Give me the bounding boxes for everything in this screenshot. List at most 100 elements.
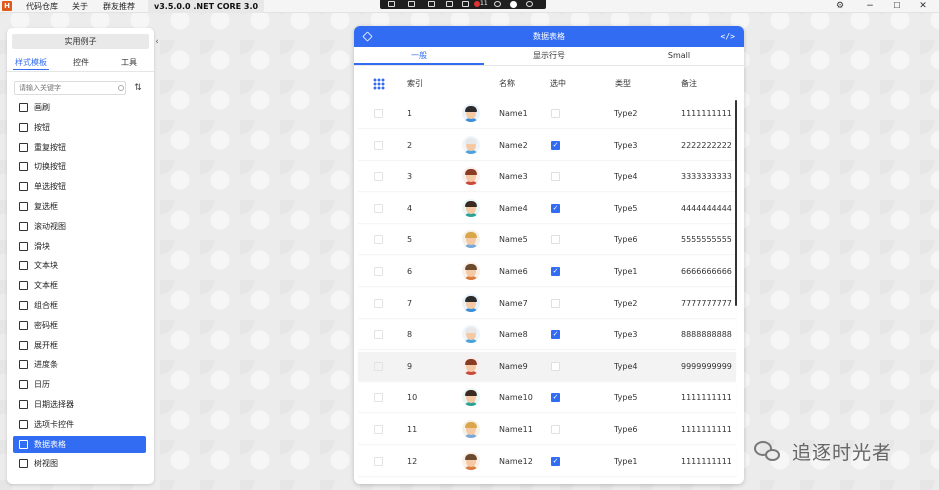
- cell-name: Name2: [499, 140, 528, 150]
- vertical-scrollbar[interactable]: [735, 100, 737, 306]
- row-select-box[interactable]: [374, 109, 383, 118]
- table-row[interactable]: 2 Name2 ✓ Type3 2222222222: [358, 130, 736, 160]
- selected-checkbox[interactable]: ✓: [551, 330, 560, 340]
- close-icon[interactable]: ✕: [915, 0, 931, 12]
- table-row[interactable]: 12 Name12 ✓ Type1 1111111111: [358, 446, 736, 476]
- tab-tools[interactable]: 工具: [111, 56, 147, 70]
- settings-icon[interactable]: ⚙: [832, 0, 848, 12]
- selected-checkbox[interactable]: ✓: [551, 267, 560, 276]
- selected-checkbox[interactable]: [551, 235, 560, 245]
- selected-checkbox[interactable]: [551, 298, 560, 308]
- nav-item[interactable]: 按钮: [13, 119, 146, 136]
- nav-item[interactable]: 滑块: [13, 238, 146, 255]
- menu-recommend[interactable]: 群友推荐: [103, 1, 135, 12]
- menu-code-repo[interactable]: 代码仓库: [26, 1, 58, 12]
- selected-checkbox[interactable]: ✓: [551, 203, 560, 213]
- selected-checkbox[interactable]: ✓: [551, 456, 560, 466]
- row-select-box[interactable]: [374, 267, 383, 276]
- nav-item[interactable]: 文本块: [13, 257, 146, 274]
- menu-about[interactable]: 关于: [72, 1, 88, 12]
- row-select-box[interactable]: [374, 298, 383, 308]
- collapse-panel-icon[interactable]: ‹: [152, 36, 162, 48]
- row-select-box[interactable]: [374, 425, 383, 434]
- tab-general[interactable]: 一般: [354, 48, 484, 64]
- nav-item[interactable]: 日历: [13, 376, 146, 393]
- version-label[interactable]: v3.5.0.0 .NET CORE 3.0: [148, 0, 265, 13]
- toolbar-icon-7[interactable]: [526, 1, 533, 7]
- row-select-box[interactable]: [374, 235, 383, 245]
- search-input[interactable]: [14, 81, 126, 95]
- check-icon[interactable]: [510, 1, 517, 8]
- nav-item[interactable]: 单选按钮: [13, 178, 146, 195]
- row-select-box[interactable]: [374, 456, 383, 466]
- table-row[interactable]: 3 Name3 Type4 3333333333: [358, 162, 736, 192]
- nav-item[interactable]: 树视图: [13, 455, 146, 472]
- tab-underline: [354, 65, 744, 66]
- selected-checkbox[interactable]: [551, 109, 560, 118]
- table-row[interactable]: 8 Name8 ✓ Type3 8888888888: [358, 320, 736, 350]
- toolbar-icon-3[interactable]: [428, 1, 435, 7]
- nav-item[interactable]: 画刷: [13, 99, 146, 116]
- cell-type: Type5: [614, 203, 638, 213]
- minimize-icon[interactable]: −: [862, 0, 878, 12]
- tab-small[interactable]: Small: [614, 48, 744, 64]
- nav-item[interactable]: 进度条: [13, 356, 146, 373]
- toolbar-icon-2[interactable]: [408, 1, 415, 7]
- table-row[interactable]: 1 Name1 Type2 1111111111: [358, 99, 736, 128]
- nav-item[interactable]: 日期选择器: [13, 396, 146, 413]
- nav-item[interactable]: 滚动视图: [13, 218, 146, 235]
- nav-item[interactable]: 重复按钮: [13, 139, 146, 156]
- cell-type: Type1: [614, 267, 638, 276]
- side-title[interactable]: 实用例子: [12, 34, 149, 49]
- toolbar-icon-4[interactable]: [446, 1, 453, 7]
- nav-item[interactable]: 组合框: [13, 297, 146, 314]
- table-row[interactable]: 6 Name6 ✓ Type1 6666666666: [358, 257, 736, 286]
- selected-checkbox[interactable]: ✓: [551, 140, 560, 150]
- table-row[interactable]: 11 Name11 Type6 1111111111: [358, 415, 736, 444]
- selected-checkbox[interactable]: [551, 172, 560, 182]
- row-select-box[interactable]: [374, 172, 383, 182]
- nav-item-label: 画刷: [34, 103, 50, 112]
- tab-style-templates[interactable]: 样式模板: [13, 56, 49, 70]
- toolbar-icon-6[interactable]: [494, 1, 501, 7]
- table-row[interactable]: 10 Name10 ✓ Type5 1111111111: [358, 383, 736, 413]
- search-icon[interactable]: [118, 85, 124, 91]
- toolbar-icon-5[interactable]: [462, 1, 469, 7]
- grid-header-row: 索引 名称 选中 类型 备注: [358, 70, 740, 97]
- code-icon[interactable]: </>: [721, 26, 735, 47]
- selected-checkbox[interactable]: ✓: [551, 393, 560, 403]
- table-row[interactable]: 4 Name4 ✓ Type5 4444444444: [358, 193, 736, 223]
- column-header-selected[interactable]: 选中: [550, 70, 566, 97]
- select-all-grid-icon[interactable]: [373, 78, 385, 90]
- column-header-type[interactable]: 类型: [615, 70, 631, 97]
- table-row[interactable]: 7 Name7 Type2 7777777777: [358, 288, 736, 318]
- selected-checkbox[interactable]: [551, 425, 560, 434]
- nav-item[interactable]: 文本框: [13, 277, 146, 294]
- nav-item[interactable]: 复选框: [13, 198, 146, 215]
- row-select-box[interactable]: [374, 203, 383, 213]
- avatar-icon: [462, 325, 480, 344]
- row-select-box[interactable]: [374, 330, 383, 340]
- table-row[interactable]: 9 Name9 Type4 9999999999: [358, 351, 736, 381]
- toolbar-icon-1[interactable]: [388, 1, 395, 7]
- nav-item[interactable]: 选项卡控件: [13, 416, 146, 433]
- row-select-box[interactable]: [374, 393, 383, 403]
- column-header-remark[interactable]: 备注: [681, 70, 697, 97]
- row-select-box[interactable]: [374, 140, 383, 150]
- cell-name: Name1: [499, 109, 528, 118]
- nav-item[interactable]: 切换按钮: [13, 158, 146, 175]
- column-header-name[interactable]: 名称: [499, 70, 515, 97]
- maximize-icon[interactable]: ☐: [889, 0, 905, 12]
- nav-item[interactable]: 数据表格: [13, 435, 146, 453]
- selected-checkbox[interactable]: [551, 361, 560, 371]
- tab-controls[interactable]: 控件: [63, 56, 99, 70]
- row-select-box[interactable]: [374, 361, 383, 371]
- tab-row-numbers[interactable]: 显示行号: [484, 48, 614, 64]
- sort-icon[interactable]: ⇅: [131, 81, 145, 95]
- cell-index: 5: [407, 235, 413, 245]
- nav-item[interactable]: 密码框: [13, 317, 146, 334]
- cell-index: 11: [407, 425, 418, 434]
- nav-item[interactable]: 展开框: [13, 337, 146, 354]
- table-row[interactable]: 5 Name5 Type6 5555555555: [358, 225, 736, 255]
- column-header-index[interactable]: 索引: [407, 70, 423, 97]
